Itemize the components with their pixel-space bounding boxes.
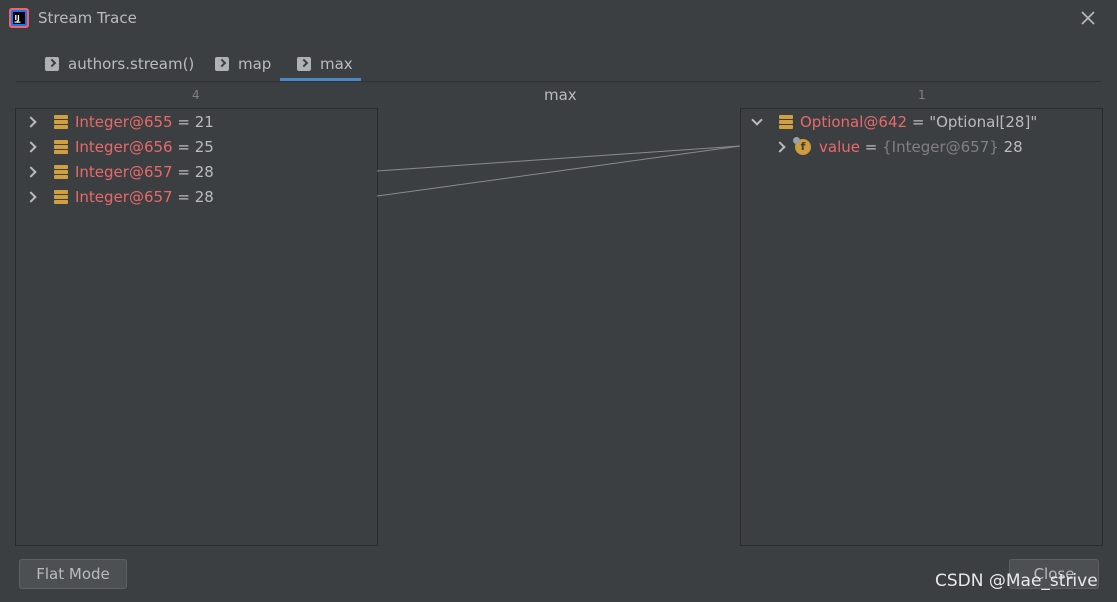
tab-label: authors.stream() [68, 55, 195, 73]
variable-name: Integer@655 [75, 112, 173, 131]
variable-name: Integer@656 [75, 137, 173, 156]
stream-step-icon [297, 57, 311, 71]
variable-value: 28 [194, 187, 214, 206]
tree-node[interactable]: Integer@657 = 28 [24, 184, 214, 209]
left-count: 4 [192, 88, 200, 102]
window-title: Stream Trace [38, 9, 137, 27]
equals-sign: = [177, 162, 190, 181]
equals-sign: = [177, 112, 190, 131]
chevron-right-icon[interactable] [24, 164, 40, 180]
stream-step-icon [215, 57, 229, 71]
close-icon[interactable] [1078, 8, 1098, 28]
tab-label: map [238, 55, 272, 73]
variable-name: Integer@657 [75, 187, 173, 206]
variable-value: 21 [194, 112, 214, 131]
intellij-idea-icon: IJ [9, 8, 29, 28]
variable-name: Integer@657 [75, 162, 173, 181]
input-values-panel[interactable]: Integer@655 = 21 Integer@656 = 25 Intege… [15, 108, 378, 546]
title-bar: IJ Stream Trace [0, 0, 1117, 38]
result-values-panel[interactable]: Optional@642 = "Optional[28]" f value = … [740, 108, 1103, 546]
tree-node[interactable]: Integer@657 = 28 [24, 159, 214, 184]
tree-node[interactable]: Integer@655 = 21 [24, 109, 214, 134]
tab-max[interactable]: max [280, 48, 361, 81]
tab-map[interactable]: map [215, 48, 271, 80]
field-name: value [819, 137, 860, 156]
stream-tabs: authors.stream() map max [16, 48, 1101, 82]
tree-node[interactable]: Optional@642 = "Optional[28]" [749, 109, 1037, 134]
field-icon: f [793, 136, 811, 155]
mapping-line [376, 145, 741, 172]
tab-label: max [320, 55, 353, 73]
field-value: 28 [1003, 137, 1023, 156]
watermark: CSDN @Mae_strive [935, 571, 1098, 591]
object-icon [779, 114, 793, 129]
tab-authors-stream[interactable]: authors.stream() [45, 48, 194, 80]
field-reference: {Integer@657} [882, 137, 999, 156]
variable-value: 25 [194, 137, 214, 156]
chevron-right-icon[interactable] [773, 139, 789, 155]
variable-name: Optional@642 [800, 112, 908, 131]
chevron-down-icon[interactable] [749, 114, 765, 130]
equals-sign: = [864, 137, 878, 156]
object-icon [54, 189, 68, 204]
chevron-right-icon[interactable] [24, 189, 40, 205]
equals-sign: = [177, 137, 190, 156]
variable-value: 28 [194, 162, 214, 181]
equals-sign: = [911, 112, 925, 131]
chevron-right-icon[interactable] [24, 114, 40, 130]
variable-value: "Optional[28]" [929, 112, 1038, 131]
object-icon [54, 139, 68, 154]
equals-sign: = [177, 187, 190, 206]
tree-node[interactable]: Integer@656 = 25 [24, 134, 214, 159]
svg-text:IJ: IJ [15, 14, 20, 22]
object-icon [54, 164, 68, 179]
object-icon [54, 114, 68, 129]
mapping-line [376, 145, 741, 197]
right-count: 1 [918, 88, 926, 102]
flat-mode-button[interactable]: Flat Mode [19, 559, 127, 589]
operation-label: max [544, 86, 577, 104]
stream-step-icon [45, 57, 59, 71]
tree-node[interactable]: f value = {Integer@657} 28 [773, 134, 1023, 159]
chevron-right-icon[interactable] [24, 139, 40, 155]
